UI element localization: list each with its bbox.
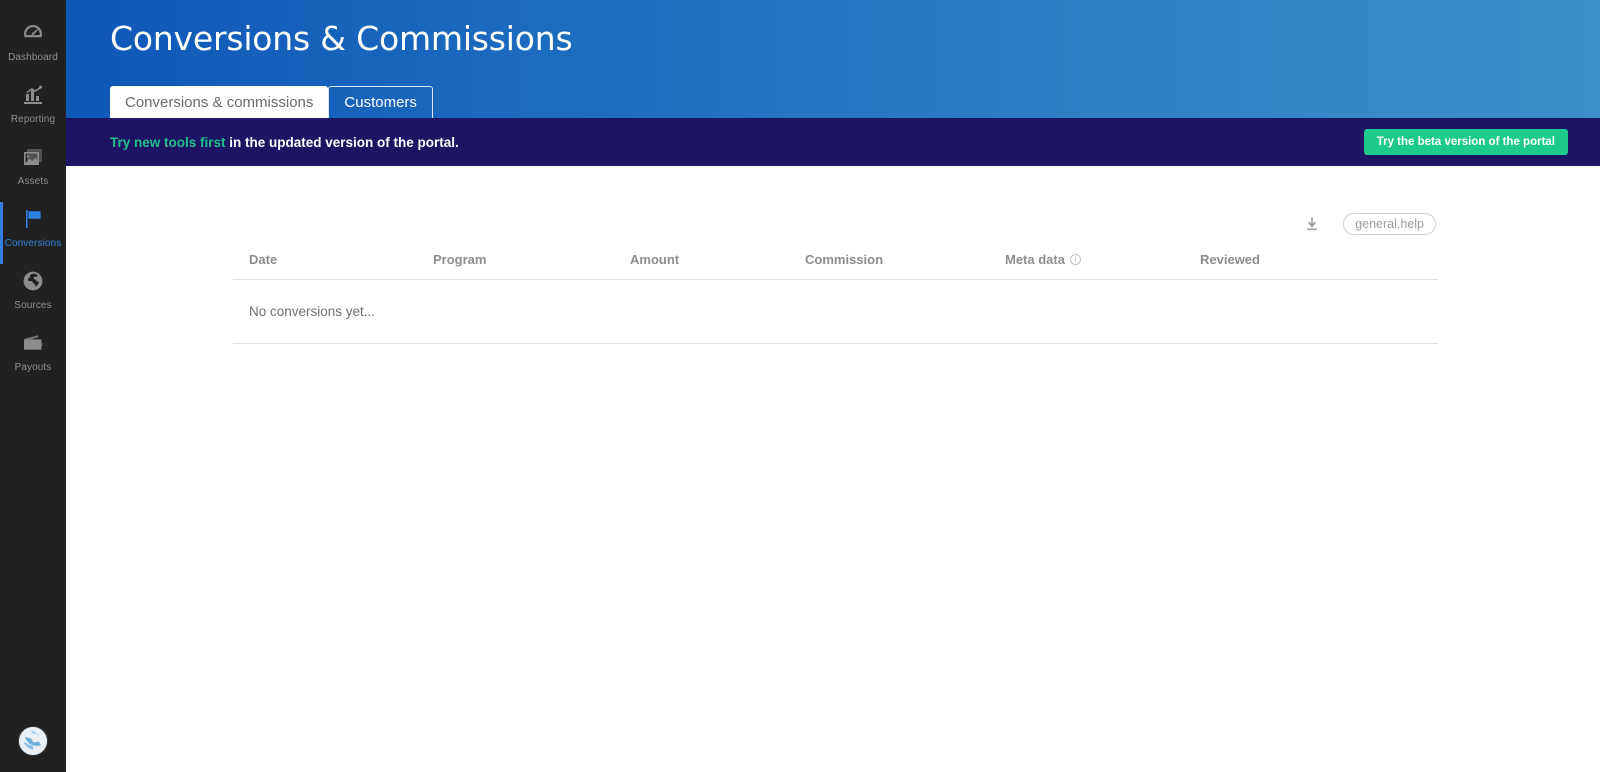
try-beta-button[interactable]: Try the beta version of the portal: [1363, 129, 1568, 155]
column-header-reviewed[interactable]: Reviewed: [1200, 252, 1438, 280]
empty-state-message: No conversions yet...: [233, 279, 1438, 344]
main-area: Conversions & Commissions Conversions & …: [66, 0, 1600, 772]
column-label: Program: [433, 252, 487, 267]
tab-customers[interactable]: Customers: [328, 86, 433, 118]
general-help-badge[interactable]: general.help: [1343, 213, 1436, 235]
wallet-icon: [20, 330, 46, 356]
sidebar-item-conversions[interactable]: Conversions: [0, 202, 66, 264]
gauge-icon: [20, 20, 46, 46]
sidebar-item-label: Assets: [17, 176, 49, 187]
download-icon[interactable]: [1303, 215, 1321, 233]
avatar[interactable]: [18, 726, 48, 756]
column-header-program[interactable]: Program: [433, 252, 630, 280]
sidebar-item-assets[interactable]: Assets: [0, 140, 66, 202]
column-header-meta-data[interactable]: Meta data i: [1005, 252, 1200, 280]
table-body: No conversions yet...: [233, 279, 1438, 344]
column-label: Commission: [805, 252, 884, 267]
sidebar: Dashboard Reporting Assets Conversions S: [0, 0, 66, 772]
flag-icon: [20, 206, 46, 232]
column-header-commission[interactable]: Commission: [805, 252, 1005, 280]
sidebar-item-label: Sources: [14, 300, 52, 311]
globe-icon: [20, 268, 46, 294]
conversions-table: Date Program Amount Commission Meta data…: [233, 252, 1438, 344]
conversions-panel: general.help Date Program Amount Commiss…: [233, 166, 1438, 344]
sidebar-item-label: Conversions: [4, 238, 62, 249]
page-header: Conversions & Commissions Conversions & …: [66, 0, 1600, 118]
sidebar-item-label: Dashboard: [8, 52, 58, 63]
tab-label: Conversions & commissions: [125, 93, 314, 111]
column-header-amount[interactable]: Amount: [630, 252, 805, 280]
table-head: Date Program Amount Commission Meta data…: [233, 252, 1438, 280]
column-label: Meta data: [1005, 252, 1065, 267]
tab-conversions-commissions[interactable]: Conversions & commissions: [110, 86, 329, 118]
column-label: Reviewed: [1200, 252, 1260, 267]
table-header-row: Date Program Amount Commission Meta data…: [233, 252, 1438, 280]
content-area: general.help Date Program Amount Commiss…: [66, 166, 1600, 772]
tab-bar: Conversions & commissions Customers: [110, 86, 433, 118]
table-row-empty: No conversions yet...: [233, 279, 1438, 344]
tab-label: Customers: [344, 94, 417, 111]
table-toolbar: general.help: [233, 210, 1438, 238]
column-header-date[interactable]: Date: [233, 252, 433, 280]
sidebar-item-label: Payouts: [14, 362, 52, 373]
bar-chart-icon: [20, 82, 46, 108]
banner-rest: in the updated version of the portal.: [225, 134, 459, 150]
sidebar-item-reporting[interactable]: Reporting: [0, 78, 66, 140]
sidebar-item-payouts[interactable]: Payouts: [0, 326, 66, 388]
banner-message: Try new tools first in the updated versi…: [110, 135, 459, 150]
column-label: Date: [249, 252, 278, 267]
sidebar-item-dashboard[interactable]: Dashboard: [0, 16, 66, 78]
column-label: Amount: [630, 252, 680, 267]
avatar-container: [0, 726, 66, 756]
app-root: Dashboard Reporting Assets Conversions S: [0, 0, 1600, 772]
beta-banner: Try new tools first in the updated versi…: [66, 118, 1600, 166]
sidebar-item-label: Reporting: [10, 114, 56, 125]
info-icon[interactable]: i: [1069, 254, 1081, 265]
sidebar-item-sources[interactable]: Sources: [0, 264, 66, 326]
page-title: Conversions & Commissions: [110, 19, 573, 58]
image-icon: [20, 144, 46, 170]
banner-highlight: Try new tools first: [110, 134, 226, 150]
